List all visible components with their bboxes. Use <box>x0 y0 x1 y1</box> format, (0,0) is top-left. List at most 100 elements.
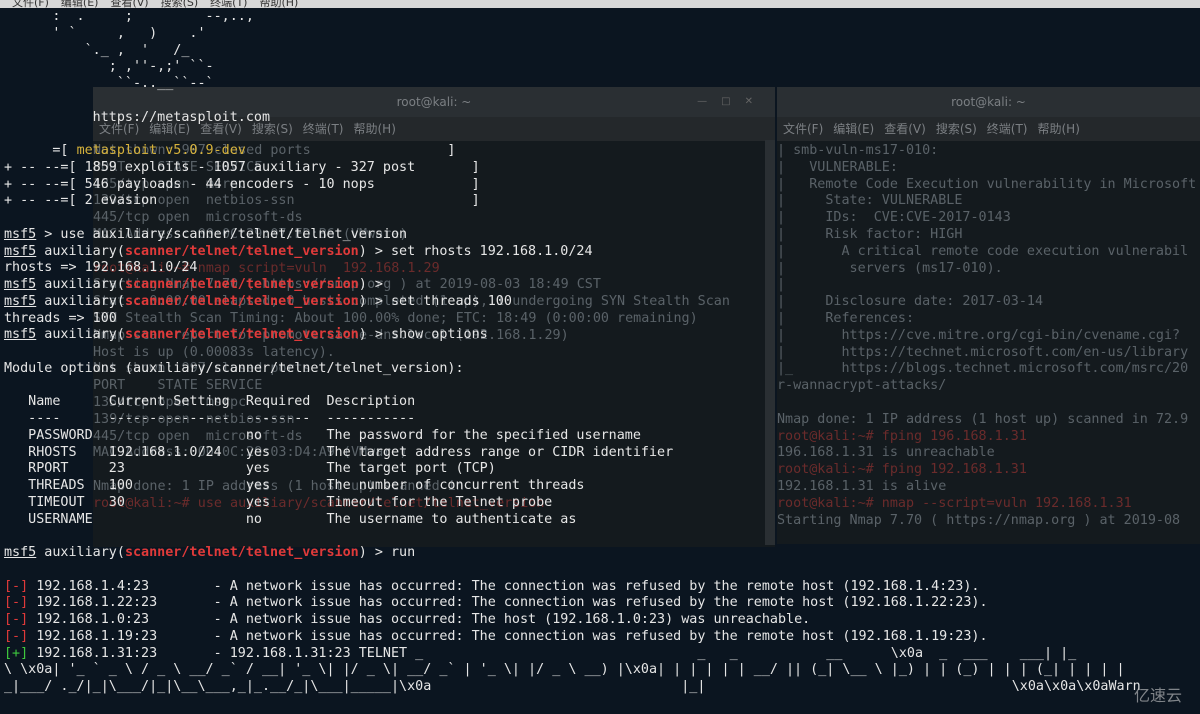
terminal-line: + -- --=[ 1859 exploits - 1057 auxiliary… <box>4 159 480 176</box>
terminal-line: msf5 auxiliary(scanner/telnet/telnet_ver… <box>4 243 593 260</box>
banner-url: https://metasploit.com <box>4 109 271 125</box>
terminal-line: [+] 192.168.1.31:23 - 192.168.1.31:23 TE… <box>4 645 1076 662</box>
terminal-line: | https://cve.mitre.org/cgi-bin/cvename.… <box>777 327 1181 343</box>
terminal-line: ---- --------------- -------- ----------… <box>4 410 415 427</box>
terminal-line: | servers (ms17-010). <box>777 260 1003 276</box>
terminal-line: ; ,''-,;' ``- <box>4 58 214 75</box>
terminal-output: | smb-vuln-ms17-010: | VULNERABLE: | Remot… <box>777 141 1200 529</box>
banner-stats: + -- --=[ 546 payloads - 44 encoders - 1… <box>4 176 480 192</box>
terminal-line: root@kali:~# nmap --script=vuln 192.168.… <box>777 495 1132 511</box>
menu-item[interactable]: 终端(T) <box>303 122 344 136</box>
background-terminal-right[interactable]: root@kali: ~ 文件(F) 编辑(E) 查看(V) 搜索(S) 终端(T) 帮助… <box>777 87 1200 544</box>
window-title: root@kali: ~ <box>951 95 1026 109</box>
prompt-context: ) <box>358 545 367 560</box>
output-text: THREADS 100 yes The number of concurrent… <box>4 478 585 493</box>
terminal-line: RPORT 23 yes The target port (TCP) <box>4 460 496 477</box>
menu-item[interactable]: 文件(F) <box>12 0 49 8</box>
terminal-line: 445/tcp open microsoft-ds <box>93 210 303 226</box>
terminal-line: rhosts => 192.168.1.0/24 <box>4 259 197 276</box>
terminal-line: _|___/ ._/|_|\___/|_|\__\___,_|_.__/_|\_… <box>4 678 1141 695</box>
output-text: TIMEOUT 30 yes Timeout for the Telnet pr… <box>4 494 553 510</box>
prompt-context: auxiliary( <box>36 327 125 343</box>
terminal-line: | References: <box>777 310 915 326</box>
prompt-context: auxiliary( <box>36 277 125 292</box>
window-titlebar[interactable]: root@kali: ~ <box>777 87 1200 117</box>
prompt-context: auxiliary( <box>36 545 125 560</box>
menu-item[interactable]: 编辑(E) <box>833 122 874 136</box>
command-text: > show options <box>366 327 488 343</box>
terminal-line: + -- --=[ 2 evasion ] <box>4 192 480 209</box>
window-controls[interactable]: —□✕ <box>697 87 767 117</box>
module-name: scanner/telnet/telnet_version <box>124 327 359 343</box>
scan-result: 192.168.1.22:23 - A network issue has oc… <box>28 595 988 611</box>
terminal-line: `._ , ' /_ <box>4 42 190 59</box>
output-text: \ \x0a| '_ ` _ \ / _ \ __/ _` / __| '_ \… <box>4 662 1125 678</box>
menu-item[interactable]: 帮助(H) <box>1038 122 1080 136</box>
terminal-line: |_ https://blogs.technet.microsoft.com/m… <box>777 361 1189 377</box>
output-text: PASSWORD no The password for the specifi… <box>4 427 641 443</box>
error-marker: [-] <box>4 612 29 627</box>
command-text: > set threads 100 <box>366 293 512 309</box>
command-text: > use auxiliary/scanner/telnet/telnet_ve… <box>36 226 408 242</box>
error-marker: [-] <box>4 578 29 594</box>
menu-item[interactable]: 搜索(S) <box>936 122 977 136</box>
msf-prompt: msf5 <box>4 293 37 309</box>
scrollbar[interactable] <box>765 140 775 545</box>
terminal-line: [-] 192.168.1.0:23 - A network issue has… <box>4 611 810 628</box>
terminal-line: | State: VULNERABLE <box>777 193 963 209</box>
menu-item[interactable]: 搜索(S) <box>161 0 199 8</box>
watermark-logo: 亿速云 <box>1133 686 1182 705</box>
module-name: scanner/telnet/telnet_version <box>124 293 359 309</box>
terminal-line: | Risk factor: HIGH <box>777 226 963 242</box>
menu-item[interactable]: 帮助(H) <box>259 0 298 8</box>
banner-stats: + -- --=[ 1859 exploits - 1057 auxiliary… <box>4 159 480 175</box>
terminal-line: | Disclosure date: 2017-03-14 <box>777 294 1044 310</box>
terminal-line: | VULNERABLE: <box>777 159 898 175</box>
terminal-line: https://metasploit.com <box>4 109 270 126</box>
terminal-line: root@kali:~# fping 192.168.1.31 <box>777 462 1027 478</box>
menu-item[interactable]: 编辑(E) <box>61 0 99 8</box>
terminal-line: ``-..__``--` <box>4 75 214 92</box>
output-text: RHOSTS 192.168.1.0/24 yes The target add… <box>4 444 674 460</box>
banner-art: ``-..__``--` <box>4 76 214 91</box>
menu-item[interactable]: 查看(V) <box>110 0 148 8</box>
terminal-line: 196.168.1.31 is unreachable <box>777 445 995 461</box>
menu-item[interactable]: 帮助(H) <box>354 122 396 136</box>
terminal-line: | A critical remote code execution vulne… <box>777 243 1189 259</box>
menu-item[interactable]: 文件(F) <box>783 122 823 136</box>
scan-result: 192.168.1.19:23 - A network issue has oc… <box>28 628 988 644</box>
window-menu[interactable]: 文件(F) 编辑(E) 查看(V) 搜索(S) 终端(T) 帮助(H) <box>777 117 1200 141</box>
terminal-line: Starting Nmap 7.70 ( https://nmap.org ) … <box>777 512 1181 528</box>
menu-item[interactable]: 终端(T) <box>987 122 1028 136</box>
output-text: USERNAME no The username to authenticate… <box>4 511 577 527</box>
terminal-line: msf5 auxiliary(scanner/telnet/telnet_ver… <box>4 276 391 293</box>
terminal-line: | Remote Code Execution vulnerability in… <box>777 176 1197 192</box>
terminal-line: Module options (auxiliary/scanner/telnet… <box>4 360 464 377</box>
prompt-context: ) <box>358 277 367 292</box>
banner-art: : . ; --,.., <box>4 9 254 24</box>
terminal-line: [-] 192.168.1.19:23 - A network issue ha… <box>4 628 988 645</box>
terminal-line: ' ` , ) .' <box>4 25 205 42</box>
output-text: Module options (auxiliary/scanner/telnet… <box>4 360 464 376</box>
scan-result: 192.168.1.4:23 - A network issue has occ… <box>28 578 980 594</box>
terminal-line: =[ metasploit v5.0.9-dev ] <box>4 142 455 159</box>
output-text: ---- --------------- -------- ----------… <box>4 411 416 426</box>
terminal-line: msf5 auxiliary(scanner/telnet/telnet_ver… <box>4 326 488 343</box>
window-title: root@kali: ~ <box>396 95 472 109</box>
terminal-line: | smb-vuln-ms17-010: <box>777 143 939 158</box>
banner-stats: + -- --=[ 2 evasion ] <box>4 193 480 209</box>
menu-item[interactable]: 终端(T) <box>210 0 247 8</box>
msf-prompt: msf5 <box>4 243 37 259</box>
prompt-context: auxiliary( <box>36 293 125 309</box>
module-name: scanner/telnet/telnet_version <box>124 277 359 292</box>
msf-prompt: msf5 <box>4 277 37 292</box>
command-text: > set rhosts 192.168.1.0/24 <box>366 243 593 259</box>
terminal-line: [-] 192.168.1.4:23 - A network issue has… <box>4 578 980 595</box>
menu-item[interactable]: 查看(V) <box>884 122 926 136</box>
terminal-line: TIMEOUT 30 yes Timeout for the Telnet pr… <box>4 494 552 511</box>
output-text: Name Current Setting Required Descriptio… <box>4 394 416 410</box>
scan-result: 192.168.1.31:23 - 192.168.1.31:23 TELNET… <box>28 645 1077 661</box>
output-text: _|___/ ._/|_|\___/|_|\__\___,_|_.__/_|\_… <box>4 679 1141 694</box>
terminal-line: Nmap done: 1 IP address (1 host up) scan… <box>777 411 1189 427</box>
